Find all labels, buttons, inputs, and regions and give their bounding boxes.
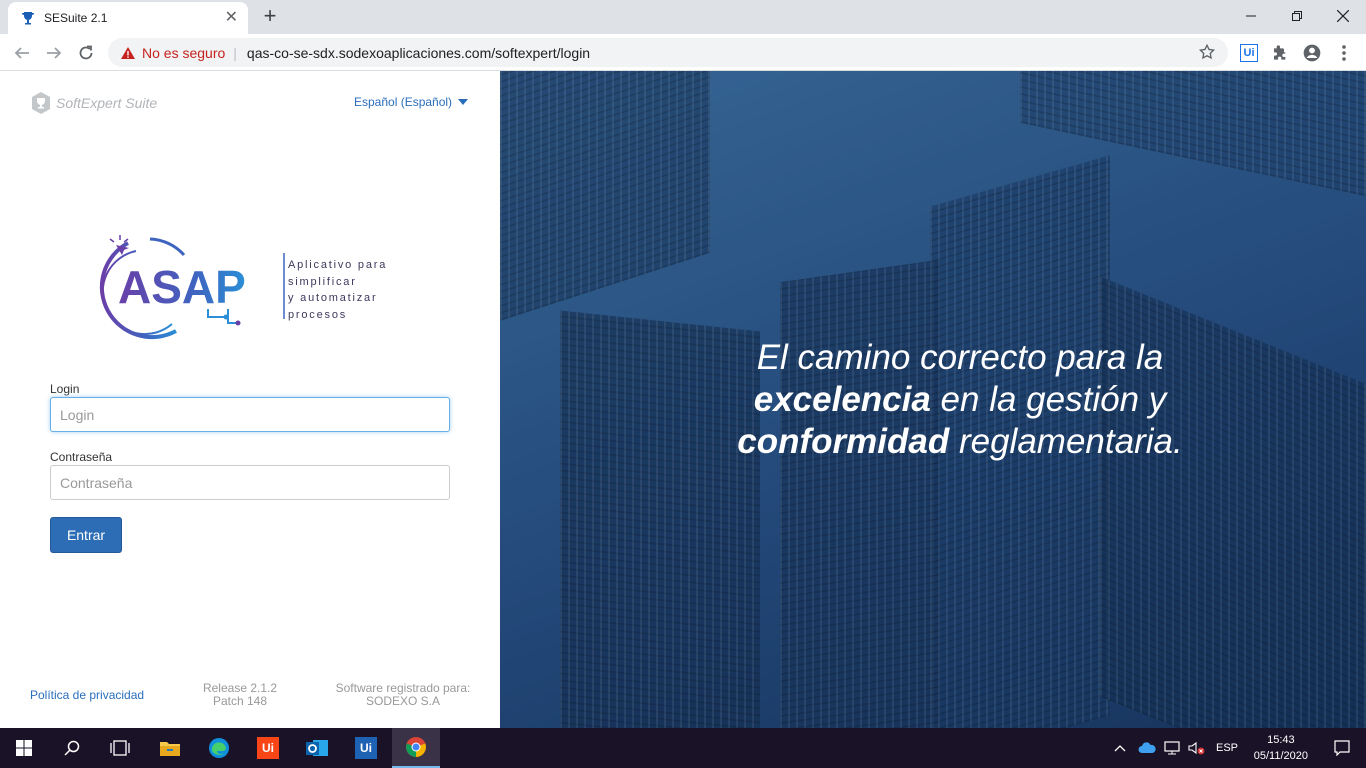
new-tab-button[interactable]: + (258, 4, 282, 28)
slogan-line-3: conformidad reglamentaria. (700, 421, 1220, 463)
tagline-line: y automatizar (288, 292, 378, 304)
password-input[interactable] (50, 465, 450, 500)
slogan-line-1: El camino correcto para la (756, 338, 1164, 377)
softexpert-shield-icon (32, 92, 50, 114)
patch-version: Patch 148 (212, 694, 268, 708)
search-icon (64, 740, 80, 756)
omnibox-divider: | (233, 44, 237, 61)
uipath-icon: Ui (1240, 44, 1258, 62)
browser-tab[interactable]: SESuite 2.1 ✕ (8, 2, 248, 34)
privacy-policy-link[interactable]: Política de privacidad (30, 689, 144, 702)
browser-toolbar: No es seguro | qas-co-se-sdx.sodexoaplic… (0, 34, 1366, 71)
restore-icon (1292, 11, 1302, 21)
asap-tagline: Aplicativo para simplificar y automatiza… (288, 257, 387, 323)
uipath-studio-icon: Ui (355, 737, 377, 759)
language-selector[interactable]: Español (Español) (354, 95, 469, 109)
slogan-line-2: excelencia en la gestión y (700, 379, 1220, 421)
caret-down-icon (458, 99, 469, 105)
reload-icon (79, 45, 93, 60)
password-label: Contraseña (50, 450, 113, 464)
submit-button[interactable]: Entrar (50, 517, 122, 553)
reload-button[interactable] (72, 39, 100, 67)
clock-time: 15:43 (1267, 734, 1295, 746)
clock-date: 05/11/2020 (1253, 750, 1308, 762)
uipath-assistant-button[interactable]: Ui (244, 728, 292, 768)
restore-button[interactable] (1274, 0, 1320, 32)
minimize-button[interactable] (1228, 0, 1274, 32)
minimize-icon (1246, 15, 1256, 17)
folder-icon (160, 742, 180, 756)
slogan-emphasis-2: conformidad (737, 422, 950, 461)
system-tray: ESP (1114, 728, 1238, 768)
tagline-line: Aplicativo para (288, 259, 388, 271)
notifications-button[interactable] (1318, 728, 1366, 768)
task-view-icon (110, 740, 130, 756)
start-button[interactable] (0, 728, 48, 768)
uipath-assistant-icon: Ui (257, 737, 279, 759)
tagline-line: simplificar (288, 275, 357, 288)
login-label: Login (50, 382, 80, 396)
windows-taskbar: Ui Ui ESP 15:43 05/11/2020 (0, 728, 1366, 768)
network-icon[interactable] (1164, 741, 1182, 755)
outlook-icon (306, 740, 328, 756)
asap-wordmark: ASAP (118, 261, 246, 313)
softexpert-brand-text: SoftExpert Suite (56, 95, 158, 111)
forward-button[interactable] (40, 39, 68, 67)
close-window-button[interactable] (1320, 0, 1366, 32)
arrow-right-icon (47, 47, 62, 59)
address-bar[interactable]: No es seguro | qas-co-se-sdx.sodexoaplic… (108, 38, 1228, 67)
notification-icon (1334, 740, 1350, 756)
chrome-taskbar-button[interactable] (392, 728, 440, 768)
registration-info: Software registrado para: SODEXO S.A (330, 682, 476, 708)
volume-muted-icon[interactable] (1188, 741, 1206, 755)
chevron-up-icon[interactable] (1114, 744, 1126, 752)
language-label: Español (Español) (354, 95, 453, 109)
release-info: Release 2.1.2 Patch 148 (190, 682, 290, 708)
registered-company: SODEXO S.A (365, 694, 441, 708)
puzzle-icon (1274, 45, 1286, 60)
security-label[interactable]: No es seguro (142, 45, 225, 61)
input-language[interactable]: ESP (1216, 742, 1238, 754)
account-circle-icon (1303, 44, 1321, 62)
file-explorer-button[interactable] (146, 728, 194, 768)
slogan-line-2-text: en la gestión y (930, 380, 1167, 419)
back-button[interactable] (8, 39, 36, 67)
profile-button[interactable] (1301, 42, 1323, 64)
chrome-icon (406, 737, 426, 757)
login-page: SoftExpert Suite Español (Español) ASAP … (0, 71, 1366, 728)
edge-icon (209, 738, 229, 758)
bookmark-star-icon[interactable] (1198, 43, 1216, 61)
chrome-menu-button[interactable] (1333, 42, 1355, 64)
tagline-line: procesos (288, 308, 348, 321)
onedrive-icon[interactable] (1138, 742, 1156, 754)
login-panel: SoftExpert Suite Español (Español) ASAP … (0, 71, 500, 728)
browser-tabstrip: SESuite 2.1 ✕ + (0, 0, 1366, 34)
taskbar-clock[interactable]: 15:43 05/11/2020 (1254, 732, 1308, 764)
task-view-button[interactable] (96, 728, 144, 768)
close-icon (1337, 10, 1349, 22)
search-button[interactable] (48, 728, 96, 768)
slogan-line-3-text: reglamentaria. (949, 422, 1183, 461)
asap-logo-graphic: ASAP (99, 235, 285, 340)
login-input[interactable] (50, 397, 450, 432)
uipath-studio-button[interactable]: Ui (342, 728, 390, 768)
extensions-button[interactable] (1269, 42, 1291, 64)
url-text[interactable]: qas-co-se-sdx.sodexoaplicaciones.com/sof… (247, 45, 590, 61)
hero-slogan: El camino correcto para la excelencia en… (700, 337, 1220, 463)
edge-button[interactable] (195, 728, 243, 768)
tab-close-icon[interactable]: ✕ (225, 10, 238, 26)
more-vert-icon (1342, 45, 1346, 61)
trophy-icon (22, 12, 34, 25)
asap-logo: ASAP Aplicativo para simplificar y autom… (88, 231, 418, 341)
warning-icon (121, 46, 135, 59)
softexpert-logo: SoftExpert Suite (30, 91, 157, 115)
windows-logo-icon (16, 740, 32, 756)
tab-title: SESuite 2.1 (44, 11, 108, 25)
outlook-button[interactable] (293, 728, 341, 768)
slogan-emphasis-1: excelencia (753, 380, 931, 419)
arrow-left-icon (14, 47, 29, 59)
uipath-extension-button[interactable]: Ui (1238, 42, 1260, 64)
